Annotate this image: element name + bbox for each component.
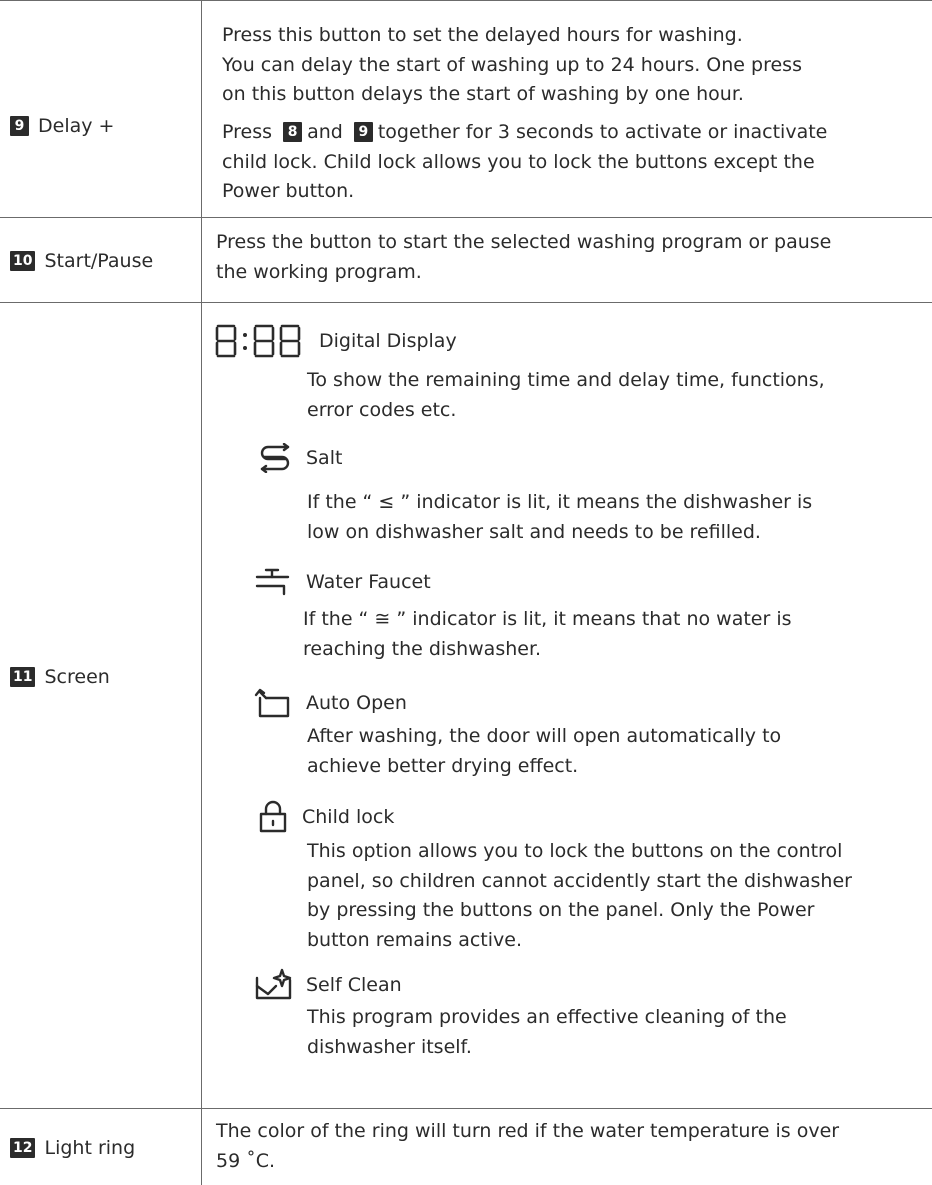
text-line: panel, so children cannot accidently sta… [307,869,852,892]
item-title: Digital Display [319,330,457,352]
item-title: Water Faucet [306,571,431,593]
label-text: Delay + [38,115,115,137]
table-border-top [0,0,932,1]
text-line: You can delay the start of washing up to… [222,53,802,76]
self-clean-description: This program provides an effective clean… [307,1003,787,1062]
number-badge: 11 [10,667,36,687]
label-text: Start/Pause [44,250,154,272]
row-label-light-ring: 12 Light ring [10,1136,135,1160]
item-title: Child lock [302,806,395,828]
water-faucet-icon [254,567,294,597]
start-pause-description: Press the button to start the selected w… [216,228,831,287]
auto-open-heading: Auto Open [254,686,407,720]
number-badge: 9 [353,122,373,142]
light-ring-description: The color of the ring will turn red if t… [216,1117,839,1176]
text-line: Power button. [222,180,355,202]
text-fragment: together for 3 seconds to activate or in… [377,121,828,143]
text-line: The color of the ring will turn red if t… [216,1120,840,1142]
water-faucet-description: If the “ ≅ ” indicator is lit, it means … [303,605,792,664]
item-title: Self Clean [306,974,402,996]
text-line: on this button delays the start of washi… [222,83,744,105]
auto-open-icon [254,686,294,720]
digital-display-description: To show the remaining time and delay tim… [307,366,825,425]
text-line: If the “ ≤ ” indicator is lit, it means … [307,491,813,513]
number-badge: 12 [10,1138,36,1158]
text-line: This program provides an effective clean… [307,1006,787,1028]
text-line: by pressing the buttons on the panel. On… [307,899,815,921]
instruction-table: 9 Delay + Press this button to set the d… [0,0,932,1185]
row-divider [0,1108,932,1109]
text-fragment: and [307,121,343,143]
row-divider [0,302,932,303]
water-faucet-heading: Water Faucet [254,567,431,597]
salt-heading: Salt [258,443,342,473]
text-line: child lock. Child lock allows you to loc… [222,150,815,173]
text-line: This option allows you to lock the butto… [307,840,843,862]
number-badge: 10 [10,251,36,271]
text-line: error codes etc. [307,398,457,421]
column-divider [201,0,202,1185]
text-line: low on dishwasher salt and needs to be r… [307,520,761,543]
text-line: button remains active. [307,928,522,951]
digital-display-icon [215,324,303,358]
text-line: 59 ˚C. [216,1149,276,1172]
text-line: Press this button to set the delayed hou… [222,24,743,46]
text-line: dishwasher itself. [307,1035,472,1058]
child-lock-heading: Child lock [258,800,394,834]
row-label-screen: 11 Screen [10,665,110,689]
label-text: Light ring [44,1137,136,1159]
text-line: To show the remaining time and delay tim… [307,369,825,391]
text-line: Press 8 and 9 together for 3 seconds to ac… [222,118,827,148]
text-line: achieve better drying effect. [307,754,579,777]
digital-display-heading: Digital Display [215,324,457,358]
row-divider [0,217,932,218]
auto-open-description: After washing, the door will open automa… [307,722,781,781]
number-badge: 8 [283,122,303,142]
salt-description: If the “ ≤ ” indicator is lit, it means … [307,488,812,547]
self-clean-heading: Self Clean [254,968,402,1002]
item-title: Salt [306,447,343,469]
row-label-delay: 9 Delay + [10,114,114,138]
text-fragment: Press [222,121,273,143]
text-line: reaching the dishwasher. [303,637,542,660]
text-line: Press the button to start the selected w… [216,231,832,253]
row-label-start-pause: 10 Start/Pause [10,249,153,273]
child-lock-icon [258,800,288,834]
child-lock-item-description: This option allows you to lock the butto… [307,837,852,955]
self-clean-icon [254,968,294,1002]
text-line: After washing, the door will open automa… [307,725,782,747]
text-line: If the “ ≅ ” indicator is lit, it means … [303,608,792,630]
salt-icon [258,443,292,473]
delay-description: Press this button to set the delayed hou… [222,21,802,110]
text-line: the working program. [216,260,422,283]
item-title: Auto Open [306,692,407,714]
number-badge: 9 [10,116,29,136]
label-text: Screen [44,666,110,688]
child-lock-description: Press 8 and 9 together for 3 seconds to ac… [222,118,827,207]
